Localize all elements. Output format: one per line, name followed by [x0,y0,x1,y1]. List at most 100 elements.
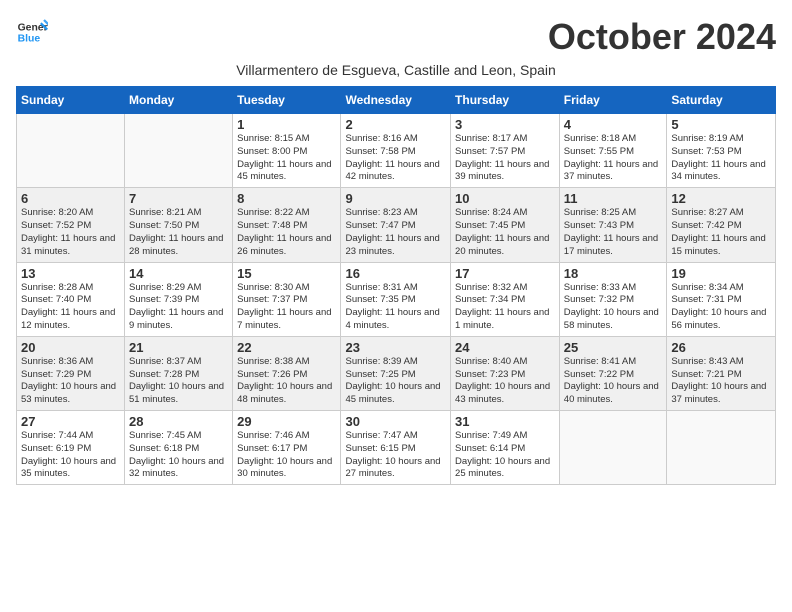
header-saturday: Saturday [667,87,776,114]
table-row: 10Sunrise: 8:24 AMSunset: 7:45 PMDayligh… [451,188,560,262]
calendar-table: Sunday Monday Tuesday Wednesday Thursday… [16,86,776,485]
day-number: 9 [345,191,446,206]
day-number: 3 [455,117,555,132]
header-friday: Friday [559,87,667,114]
day-number: 11 [564,191,663,206]
table-row: 2Sunrise: 8:16 AMSunset: 7:58 PMDaylight… [341,114,451,188]
day-info: Sunrise: 8:25 AMSunset: 7:43 PMDaylight:… [564,207,663,258]
table-row: 15Sunrise: 8:30 AMSunset: 7:37 PMDayligh… [233,262,341,336]
table-row: 19Sunrise: 8:34 AMSunset: 7:31 PMDayligh… [667,262,776,336]
table-row: 6Sunrise: 8:20 AMSunset: 7:52 PMDaylight… [17,188,125,262]
day-info: Sunrise: 8:39 AMSunset: 7:25 PMDaylight:… [345,356,446,407]
day-number: 17 [455,266,555,281]
day-number: 23 [345,340,446,355]
header-tuesday: Tuesday [233,87,341,114]
table-row: 27Sunrise: 7:44 AMSunset: 6:19 PMDayligh… [17,411,125,485]
table-row: 22Sunrise: 8:38 AMSunset: 7:26 PMDayligh… [233,336,341,410]
day-info: Sunrise: 8:43 AMSunset: 7:21 PMDaylight:… [671,356,771,407]
day-number: 31 [455,414,555,429]
day-info: Sunrise: 7:45 AMSunset: 6:18 PMDaylight:… [129,430,228,481]
calendar-week-row: 27Sunrise: 7:44 AMSunset: 6:19 PMDayligh… [17,411,776,485]
day-info: Sunrise: 8:20 AMSunset: 7:52 PMDaylight:… [21,207,120,258]
header-monday: Monday [125,87,233,114]
day-number: 22 [237,340,336,355]
calendar-header-row: Sunday Monday Tuesday Wednesday Thursday… [17,87,776,114]
day-info: Sunrise: 8:23 AMSunset: 7:47 PMDaylight:… [345,207,446,258]
day-number: 24 [455,340,555,355]
day-number: 4 [564,117,663,132]
table-row: 26Sunrise: 8:43 AMSunset: 7:21 PMDayligh… [667,336,776,410]
table-row: 3Sunrise: 8:17 AMSunset: 7:57 PMDaylight… [451,114,560,188]
day-number: 26 [671,340,771,355]
day-number: 12 [671,191,771,206]
header-thursday: Thursday [451,87,560,114]
day-info: Sunrise: 8:22 AMSunset: 7:48 PMDaylight:… [237,207,336,258]
table-row: 9Sunrise: 8:23 AMSunset: 7:47 PMDaylight… [341,188,451,262]
table-row: 11Sunrise: 8:25 AMSunset: 7:43 PMDayligh… [559,188,667,262]
day-info: Sunrise: 8:31 AMSunset: 7:35 PMDaylight:… [345,282,446,333]
day-info: Sunrise: 7:47 AMSunset: 6:15 PMDaylight:… [345,430,446,481]
day-number: 10 [455,191,555,206]
svg-text:General: General [18,22,48,33]
day-info: Sunrise: 8:24 AMSunset: 7:45 PMDaylight:… [455,207,555,258]
day-info: Sunrise: 7:46 AMSunset: 6:17 PMDaylight:… [237,430,336,481]
day-number: 7 [129,191,228,206]
day-info: Sunrise: 8:34 AMSunset: 7:31 PMDaylight:… [671,282,771,333]
calendar-week-row: 20Sunrise: 8:36 AMSunset: 7:29 PMDayligh… [17,336,776,410]
svg-text:Blue: Blue [18,34,41,45]
table-row: 16Sunrise: 8:31 AMSunset: 7:35 PMDayligh… [341,262,451,336]
table-row: 18Sunrise: 8:33 AMSunset: 7:32 PMDayligh… [559,262,667,336]
table-row: 13Sunrise: 8:28 AMSunset: 7:40 PMDayligh… [17,262,125,336]
day-info: Sunrise: 8:19 AMSunset: 7:53 PMDaylight:… [671,133,771,184]
day-number: 20 [21,340,120,355]
table-row: 23Sunrise: 8:39 AMSunset: 7:25 PMDayligh… [341,336,451,410]
day-info: Sunrise: 8:32 AMSunset: 7:34 PMDaylight:… [455,282,555,333]
calendar-week-row: 1Sunrise: 8:15 AMSunset: 8:00 PMDaylight… [17,114,776,188]
day-number: 30 [345,414,446,429]
table-row [17,114,125,188]
day-number: 28 [129,414,228,429]
calendar-week-row: 6Sunrise: 8:20 AMSunset: 7:52 PMDaylight… [17,188,776,262]
day-number: 6 [21,191,120,206]
header: General Blue October 2024 [16,16,776,58]
day-number: 25 [564,340,663,355]
logo-icon: General Blue [16,16,48,48]
month-title: October 2024 [548,16,776,58]
day-info: Sunrise: 8:29 AMSunset: 7:39 PMDaylight:… [129,282,228,333]
table-row: 4Sunrise: 8:18 AMSunset: 7:55 PMDaylight… [559,114,667,188]
table-row: 1Sunrise: 8:15 AMSunset: 8:00 PMDaylight… [233,114,341,188]
table-row: 25Sunrise: 8:41 AMSunset: 7:22 PMDayligh… [559,336,667,410]
table-row: 24Sunrise: 8:40 AMSunset: 7:23 PMDayligh… [451,336,560,410]
table-row: 31Sunrise: 7:49 AMSunset: 6:14 PMDayligh… [451,411,560,485]
logo: General Blue [16,16,48,48]
day-number: 2 [345,117,446,132]
day-number: 8 [237,191,336,206]
table-row: 28Sunrise: 7:45 AMSunset: 6:18 PMDayligh… [125,411,233,485]
calendar-week-row: 13Sunrise: 8:28 AMSunset: 7:40 PMDayligh… [17,262,776,336]
day-info: Sunrise: 7:44 AMSunset: 6:19 PMDaylight:… [21,430,120,481]
table-row: 12Sunrise: 8:27 AMSunset: 7:42 PMDayligh… [667,188,776,262]
day-number: 27 [21,414,120,429]
header-wednesday: Wednesday [341,87,451,114]
table-row: 17Sunrise: 8:32 AMSunset: 7:34 PMDayligh… [451,262,560,336]
day-number: 16 [345,266,446,281]
day-info: Sunrise: 8:41 AMSunset: 7:22 PMDaylight:… [564,356,663,407]
day-number: 5 [671,117,771,132]
day-info: Sunrise: 7:49 AMSunset: 6:14 PMDaylight:… [455,430,555,481]
table-row: 30Sunrise: 7:47 AMSunset: 6:15 PMDayligh… [341,411,451,485]
table-row: 14Sunrise: 8:29 AMSunset: 7:39 PMDayligh… [125,262,233,336]
day-info: Sunrise: 8:15 AMSunset: 8:00 PMDaylight:… [237,133,336,184]
table-row: 5Sunrise: 8:19 AMSunset: 7:53 PMDaylight… [667,114,776,188]
day-info: Sunrise: 8:16 AMSunset: 7:58 PMDaylight:… [345,133,446,184]
day-number: 21 [129,340,228,355]
table-row: 20Sunrise: 8:36 AMSunset: 7:29 PMDayligh… [17,336,125,410]
day-info: Sunrise: 8:18 AMSunset: 7:55 PMDaylight:… [564,133,663,184]
day-number: 18 [564,266,663,281]
day-info: Sunrise: 8:28 AMSunset: 7:40 PMDaylight:… [21,282,120,333]
table-row [125,114,233,188]
day-info: Sunrise: 8:17 AMSunset: 7:57 PMDaylight:… [455,133,555,184]
table-row: 29Sunrise: 7:46 AMSunset: 6:17 PMDayligh… [233,411,341,485]
day-info: Sunrise: 8:40 AMSunset: 7:23 PMDaylight:… [455,356,555,407]
table-row: 8Sunrise: 8:22 AMSunset: 7:48 PMDaylight… [233,188,341,262]
calendar-subtitle: Villarmentero de Esgueva, Castille and L… [16,62,776,78]
